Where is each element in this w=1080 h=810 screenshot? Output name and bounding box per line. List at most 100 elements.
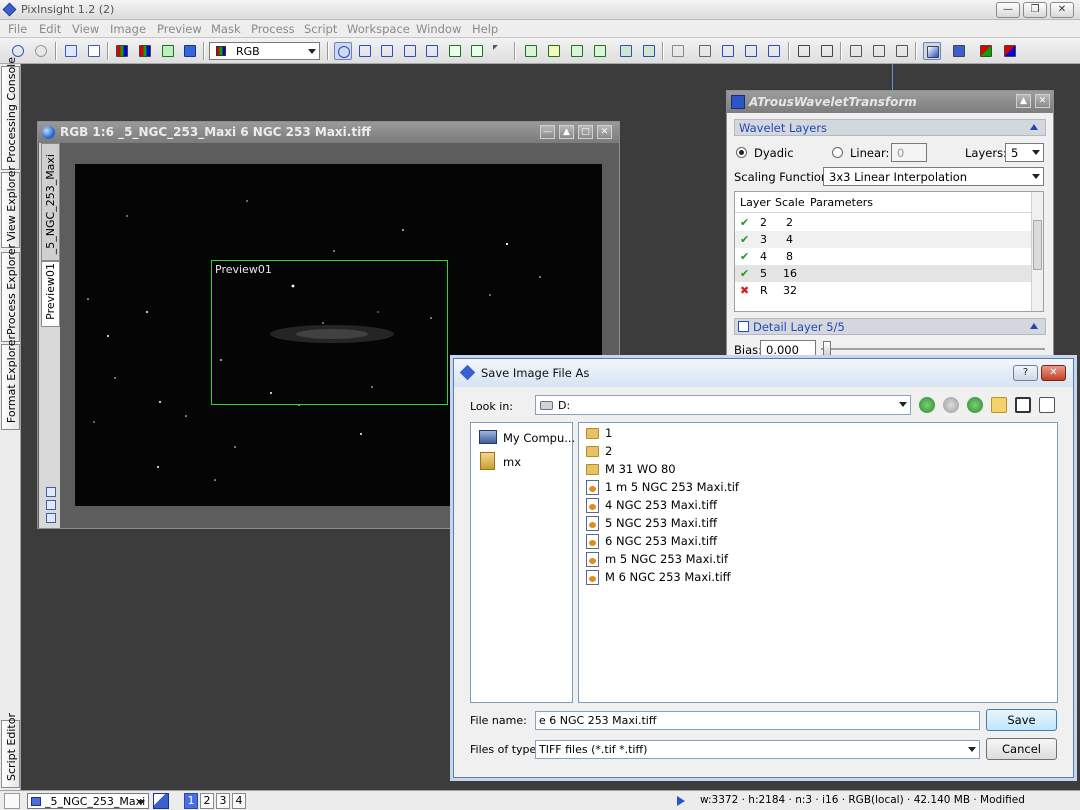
process-shade-button[interactable]: ▲ <box>1016 94 1031 108</box>
align-right-icon[interactable] <box>818 42 836 60</box>
menu-file[interactable]: File <box>8 22 27 36</box>
stf-icon[interactable] <box>950 42 968 60</box>
workspace-2-button[interactable]: 2 <box>200 793 214 809</box>
green-plus-icon[interactable] <box>159 42 177 60</box>
detail-view-icon[interactable] <box>1039 397 1055 413</box>
preview-edit-icon[interactable] <box>545 42 563 60</box>
redo-icon[interactable] <box>32 42 50 60</box>
mask-icon[interactable] <box>181 42 199 60</box>
edit-preview-icon[interactable] <box>468 42 486 60</box>
close-app-button[interactable]: ✕ <box>1050 2 1074 18</box>
rgb-channel-icon[interactable] <box>113 42 131 60</box>
forward-arrow-icon[interactable] <box>943 397 959 413</box>
tab-main-view[interactable]: _5_NGC_253_Maxi <box>41 143 60 261</box>
process-icon-a[interactable] <box>847 42 865 60</box>
image-maximize-button[interactable]: □ <box>578 125 593 139</box>
linear-spinbox[interactable]: 0 <box>891 143 927 162</box>
tab-format-explorer[interactable]: Format Explorer <box>1 335 20 430</box>
table-scrollbar[interactable] <box>1031 192 1043 311</box>
dyadic-radio[interactable] <box>736 147 747 158</box>
close-dialog-button[interactable]: ✕ <box>1041 365 1066 381</box>
layers-combo[interactable]: 5 <box>1005 143 1044 162</box>
selection-icon[interactable] <box>742 42 760 60</box>
cancel-button[interactable]: Cancel <box>986 738 1057 760</box>
menu-process[interactable]: Process <box>251 22 295 36</box>
menu-view[interactable]: View <box>72 22 99 36</box>
table-row-selected[interactable]: ✔ 5 16 <box>735 265 1031 282</box>
tab-view-explorer[interactable]: View Explorer <box>1 166 20 248</box>
process-icon-c[interactable] <box>893 42 911 60</box>
tab-process-explorer[interactable]: Process Explorer <box>1 244 20 342</box>
channel-combo[interactable]: RGB <box>209 42 320 60</box>
scaling-function-combo[interactable]: 3x3 Linear Interpolation <box>823 167 1044 186</box>
menu-mask[interactable]: Mask <box>211 22 241 36</box>
workspace-3-button[interactable]: 3 <box>216 793 230 809</box>
color-mode2-icon[interactable] <box>1001 42 1019 60</box>
enabled-check-icon[interactable]: ✔ <box>740 233 749 246</box>
file-type-combo[interactable]: TIFF files (*.tif *.tiff) <box>535 740 980 759</box>
file-name-input[interactable]: e 6 NGC 253 Maxi.tiff <box>535 711 980 730</box>
table-row[interactable]: ✔ 3 4 <box>735 231 1031 248</box>
menu-edit[interactable]: Edit <box>39 22 61 36</box>
zoom-out-icon[interactable] <box>378 42 396 60</box>
bias-input[interactable]: 0.000 <box>760 340 816 359</box>
menu-window[interactable]: Window <box>416 22 461 36</box>
mask-show-icon[interactable] <box>617 42 635 60</box>
section-wavelet-layers[interactable]: Wavelet Layers <box>734 119 1046 136</box>
table-row[interactable]: ✖ R 32 <box>735 282 1031 299</box>
fit-view-icon[interactable] <box>401 42 419 60</box>
enabled-check-icon[interactable]: ✔ <box>740 216 749 229</box>
image-shade-button[interactable]: ▲ <box>559 125 574 139</box>
frame-icon[interactable] <box>765 42 783 60</box>
color-mode-icon[interactable] <box>977 42 995 60</box>
menu-workspace[interactable]: Workspace <box>347 22 410 36</box>
scrollbar-thumb[interactable] <box>1033 220 1042 270</box>
section-detail-layer[interactable]: Detail Layer 5/5 <box>734 318 1046 335</box>
menu-help[interactable]: Help <box>472 22 498 36</box>
enabled-check-icon[interactable]: ✔ <box>740 250 749 263</box>
tab-script-editor[interactable]: Script Editor <box>1 713 20 788</box>
open-icon[interactable] <box>62 42 80 60</box>
workspace-1-button[interactable]: 1 <box>184 793 198 809</box>
save-icon[interactable] <box>85 42 103 60</box>
enabled-check-icon[interactable]: ✔ <box>740 267 749 280</box>
tab-processing-console[interactable]: Processing Console <box>1 57 20 170</box>
dialog-titlebar[interactable]: Save Image File As ? ✕ <box>454 359 1073 387</box>
bias-slider-handle[interactable] <box>823 341 831 356</box>
table-row[interactable]: ✔ 4 8 <box>735 248 1031 265</box>
process-icon-b[interactable] <box>870 42 888 60</box>
image-minimize-button[interactable]: — <box>540 125 555 139</box>
new-preview-icon[interactable] <box>446 42 464 60</box>
active-view-combo[interactable]: _5_NGC_253_Maxi <box>27 793 149 809</box>
view-mode-icon[interactable] <box>46 500 56 510</box>
history-forward-icon[interactable] <box>719 42 737 60</box>
lock-icon[interactable] <box>669 42 687 60</box>
menu-image[interactable]: Image <box>110 22 146 36</box>
image-close-button[interactable]: ✕ <box>597 125 612 139</box>
zoom-in-icon[interactable] <box>356 42 374 60</box>
up-folder-icon[interactable] <box>967 397 983 413</box>
save-button[interactable]: Save <box>986 709 1057 731</box>
menu-script[interactable]: Script <box>304 22 337 36</box>
play-icon[interactable] <box>677 796 685 806</box>
image-window-titlebar[interactable]: RGB 1:6 _5_NGC_253_Maxi 6 NGC 253 Maxi.t… <box>38 122 619 143</box>
disabled-x-icon[interactable]: ✖ <box>740 284 749 297</box>
preview-multiple-icon[interactable] <box>591 42 609 60</box>
layout-mode-icon[interactable] <box>46 513 56 523</box>
preview-copy-icon[interactable] <box>568 42 586 60</box>
collapse-up-icon[interactable] <box>1030 124 1038 130</box>
new-folder-icon[interactable] <box>991 397 1007 413</box>
process-window-titlebar[interactable]: ATrousWaveletTransform ▲ ✕ <box>727 91 1053 113</box>
align-left-icon[interactable] <box>795 42 813 60</box>
table-row[interactable]: ✔ 2 2 <box>735 214 1031 231</box>
collapse-up-icon[interactable] <box>1030 323 1038 329</box>
detail-enable-checkbox[interactable] <box>738 321 749 332</box>
list-view-icon[interactable] <box>1015 397 1031 413</box>
workspace-4-button[interactable]: 4 <box>232 793 246 809</box>
process-close-button[interactable]: ✕ <box>1035 94 1050 108</box>
pointer-icon[interactable] <box>490 42 508 60</box>
status-left-icon[interactable] <box>4 793 20 809</box>
mask-mode-icon[interactable] <box>46 487 56 497</box>
bias-slider-track[interactable] <box>821 348 1045 350</box>
color-swatch-icon[interactable] <box>136 42 154 60</box>
